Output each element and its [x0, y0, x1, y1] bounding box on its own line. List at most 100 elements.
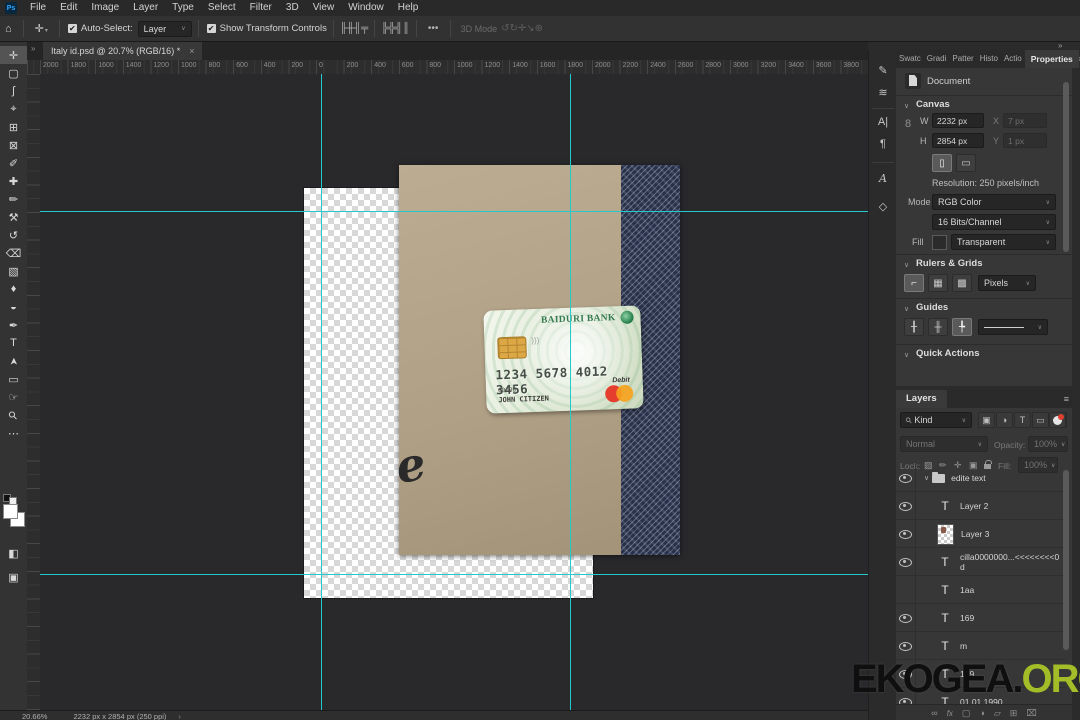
horizontal-ruler[interactable]: 2000180016001400120010008006004002000200… [27, 60, 868, 75]
blur-tool[interactable]: ♦ [0, 280, 27, 298]
tab-swatc[interactable]: Swatc [896, 50, 924, 68]
history-brush-tool[interactable]: ↺ [0, 226, 27, 244]
show-transform-checkbox[interactable]: ✔ [207, 24, 216, 33]
filter-shape-layers-icon[interactable]: ▭ [1032, 412, 1049, 428]
new-adjustment-layer-icon[interactable]: ◑ [979, 708, 984, 718]
zoom-tool[interactable]: ⚲ [0, 406, 27, 424]
eyedropper-tool[interactable]: ✐ [0, 154, 27, 172]
layer-row[interactable]: ∨edite text [896, 464, 1066, 492]
eraser-tool[interactable]: ⌫ [0, 244, 27, 262]
vertical-ruler[interactable] [27, 74, 41, 710]
brush-settings-icon[interactable]: ✎ [869, 64, 897, 77]
portrait-orientation-button[interactable]: ▯ [932, 154, 952, 172]
visibility-cell[interactable] [896, 604, 916, 632]
toggle-snap-icon[interactable]: ▩ [952, 274, 972, 292]
visibility-cell[interactable] [896, 520, 916, 548]
quick-actions-section-header[interactable]: Quick Actions [916, 348, 980, 359]
eye-icon[interactable] [899, 502, 912, 511]
chevron-down-icon[interactable]: ∨ [924, 474, 929, 482]
home-icon[interactable]: ⌂ [0, 23, 17, 35]
clone-stamp-tool[interactable]: ⚒ [0, 208, 27, 226]
eye-icon[interactable] [899, 530, 912, 539]
vertical-guide[interactable] [570, 74, 571, 710]
object-selection-tool[interactable]: ⌖ [0, 100, 27, 118]
crop-tool[interactable]: ⊞ [0, 118, 27, 136]
more-tools[interactable]: ⋯ [0, 424, 27, 442]
layer-row[interactable]: TLayer 2 [896, 492, 1066, 520]
clear-guides-icon[interactable]: ╄ [952, 318, 972, 336]
path-selection-tool[interactable]: ➤ [0, 352, 27, 370]
eye-icon[interactable] [899, 642, 912, 651]
menu-file[interactable]: File [23, 2, 53, 13]
menu-select[interactable]: Select [201, 2, 243, 13]
layer-row[interactable]: Layer 3 [896, 520, 1066, 548]
zoom-level[interactable]: 20.66% [22, 712, 47, 720]
visibility-cell[interactable] [896, 632, 916, 660]
auto-select-target-dropdown[interactable]: Layer∨ [138, 21, 192, 37]
eye-icon[interactable] [899, 614, 912, 623]
vertical-guide[interactable] [321, 74, 322, 710]
hand-tool[interactable]: ☞ [0, 388, 27, 406]
menu-edit[interactable]: Edit [53, 2, 84, 13]
layer-row[interactable]: T1aa [896, 576, 1066, 604]
menu-filter[interactable]: Filter [243, 2, 279, 13]
auto-select-checkbox[interactable]: ✔ [68, 24, 77, 33]
layer-row[interactable]: Tm [896, 632, 1066, 660]
align-top-edges-icon[interactable]: ╤ [361, 23, 368, 34]
layer-effects-icon[interactable]: fx [947, 709, 953, 718]
menu-window[interactable]: Window [341, 2, 391, 13]
horizontal-guide[interactable] [40, 574, 868, 575]
paragraph-panel-icon[interactable]: ¶ [869, 138, 897, 150]
link-layers-icon[interactable]: ∞ [931, 708, 937, 718]
horizontal-guide[interactable] [40, 211, 868, 212]
visibility-cell[interactable] [896, 492, 916, 520]
align-left-edges-icon[interactable]: ╟ [340, 23, 347, 34]
collapse-panels-icon[interactable]: » [1058, 41, 1062, 50]
landscape-orientation-button[interactable]: ▭ [956, 154, 976, 172]
new-layer-icon[interactable]: ⊞ [1010, 708, 1018, 719]
lock-guides-icon[interactable]: ╫ [928, 318, 948, 336]
tab-properties[interactable]: Properties [1025, 50, 1079, 68]
height-field[interactable]: 2854 px [932, 133, 984, 148]
move-tool-preset-icon[interactable]: ✛▾ [30, 22, 53, 35]
filter-adjustment-layers-icon[interactable]: ◑ [996, 412, 1013, 428]
menu-layer[interactable]: Layer [126, 2, 165, 13]
toggle-rulers-icon[interactable]: ⌐ [904, 274, 924, 292]
tab-actio[interactable]: Actio [1001, 50, 1025, 68]
move-tool[interactable]: ✛ [0, 46, 27, 64]
status-options-icon[interactable]: › [178, 712, 181, 720]
credit-card-layer[interactable]: BAIDURI BANK ))) 1234 5678 4012 3456 00/… [483, 305, 643, 413]
filter-toggle-pin-icon[interactable] [1049, 412, 1066, 428]
tab-overflow-icon[interactable]: » [31, 44, 35, 53]
tab-patter[interactable]: Patter [949, 50, 976, 68]
brushes-icon[interactable]: ≋ [869, 86, 897, 99]
pen-tool[interactable]: ✒ [0, 316, 27, 334]
close-tab-icon[interactable]: × [189, 46, 194, 56]
units-dropdown[interactable]: Pixels∨ [978, 275, 1036, 291]
glyphs-panel-icon[interactable]: A [869, 172, 897, 185]
menu-3d[interactable]: 3D [279, 2, 306, 13]
visibility-cell[interactable] [896, 548, 916, 576]
color-mode-dropdown[interactable]: RGB Color∨ [932, 194, 1056, 210]
properties-scrollbar[interactable] [1063, 82, 1069, 252]
character-panel-icon[interactable]: A| [869, 116, 897, 128]
filter-type-layers-icon[interactable]: T [1014, 412, 1031, 428]
foreground-color-swatch[interactable] [3, 504, 18, 519]
layer-row[interactable]: T169 [896, 604, 1066, 632]
guides-section-header[interactable]: Guides [916, 302, 948, 313]
tab-gradi[interactable]: Gradi [924, 50, 950, 68]
shape-tool[interactable]: ▭ [0, 370, 27, 388]
quick-mask-icon[interactable]: ◧ [0, 544, 27, 562]
menu-help[interactable]: Help [391, 2, 426, 13]
menu-image[interactable]: Image [84, 2, 126, 13]
canvas-area[interactable]: e BAIDURI BANK ))) 1234 5678 4012 3456 0… [40, 74, 868, 710]
tab-layers[interactable]: Layers [896, 390, 947, 408]
layers-scrollbar[interactable] [1063, 470, 1069, 650]
visibility-cell[interactable] [896, 576, 916, 604]
toggle-guides-icon[interactable]: ╂ [904, 318, 924, 336]
fill-swatch[interactable] [932, 235, 947, 250]
screen-mode-icon[interactable]: ▣ [0, 568, 27, 586]
marquee-tool[interactable]: ▢ [0, 64, 27, 82]
more-alignment-options-icon[interactable]: ••• [423, 23, 444, 34]
layer-filter-kind-dropdown[interactable]: ⚲ Kind∨ [900, 412, 972, 428]
